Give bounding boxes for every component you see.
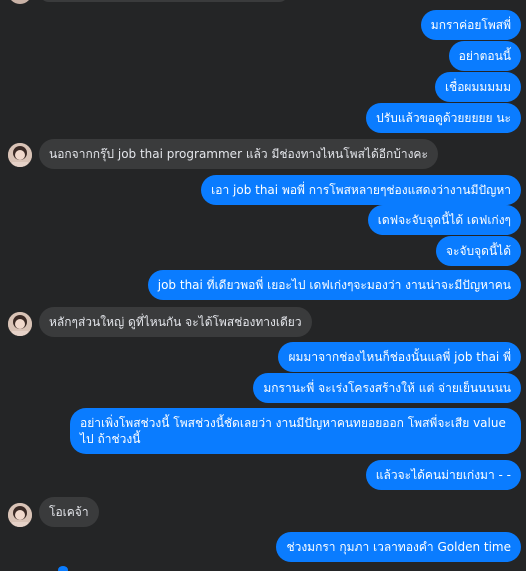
profile-photo-icon: [8, 312, 32, 336]
message-text: เชื่อผมมมมม: [444, 80, 511, 94]
chat-thread: มกราค่อยโพสพี่ อย่าตอนนี้ เชื่อผมมมมม ปร…: [0, 0, 526, 571]
message-bubble-outgoing[interactable]: ผมมาจากช่องไหนก็ช่องนั้นแลพี่ job thai พ…: [278, 342, 521, 372]
message-text: อย่าเพิ่งโพสช่วงนี้ โพสช่วงนี้ชัดเลยว่า …: [80, 416, 506, 446]
message-text: มกราค่อยโพสพี่: [430, 18, 511, 32]
message-bubble-outgoing[interactable]: มกรานะพี่ จะเร่งโครงสร้างให้ แต่ จ่ายเย็…: [253, 373, 521, 403]
message-text: แล้วจะได้คนม่ายเก่งมา - -: [375, 468, 511, 482]
message-text: นอกจากกรุ๊ป job thai programmer แล้ว มีช…: [49, 147, 428, 161]
message-text: ปรับแล้วขอดูด้วยยยยย นะ: [376, 111, 511, 125]
message-text: เอา job thai พอพี่ การโพสหลายๆช่องแสดงว่…: [211, 183, 511, 197]
message-bubble-incoming[interactable]: โอเคจ้า: [39, 497, 99, 527]
partial-element: [58, 566, 68, 571]
message-bubble-partial: [39, 0, 289, 2]
message-bubble-incoming[interactable]: นอกจากกรุ๊ป job thai programmer แล้ว มีช…: [39, 139, 438, 169]
message-bubble-incoming[interactable]: หลักๆส่วนใหญ่ ดูที่ไหนกัน จะได้โพสช่องทา…: [39, 307, 312, 337]
message-text: เดฟจะจับจุดนี้ได้ เดฟเก่งๆ: [377, 213, 511, 227]
message-bubble-outgoing[interactable]: เดฟจะจับจุดนี้ได้ เดฟเก่งๆ: [367, 205, 521, 235]
profile-photo-icon: [8, 143, 32, 167]
message-text: job thai ที่เดียวพอพี่ เยอะไป เดฟเก่งๆจะ…: [157, 278, 511, 292]
message-text: ผมมาจากช่องไหนก็ช่องนั้นแลพี่ job thai พ…: [288, 350, 511, 364]
message-bubble-outgoing[interactable]: ปรับแล้วขอดูด้วยยยยย นะ: [366, 103, 521, 133]
profile-photo-icon: [8, 503, 32, 527]
avatar[interactable]: [8, 312, 32, 336]
avatar[interactable]: [8, 0, 32, 4]
message-bubble-outgoing[interactable]: เชื่อผมมมมม: [434, 72, 521, 102]
message-bubble-outgoing[interactable]: อย่าตอนนี้: [448, 41, 521, 71]
message-text: หลักๆส่วนใหญ่ ดูที่ไหนกัน จะได้โพสช่องทา…: [49, 315, 302, 329]
message-text: โอเคจ้า: [49, 505, 89, 519]
message-text: ช่วงมกรา กุมภา เวลาทองคำ Golden time: [286, 540, 511, 554]
message-bubble-outgoing[interactable]: แล้วจะได้คนม่ายเก่งมา - -: [365, 460, 521, 490]
message-bubble-outgoing[interactable]: จะจับจุดนี้ได้: [436, 236, 521, 266]
message-text: อย่าตอนนี้: [458, 49, 511, 63]
message-bubble-outgoing[interactable]: อย่าเพิ่งโพสช่วงนี้ โพสช่วงนี้ชัดเลยว่า …: [70, 408, 521, 454]
message-text: จะจับจุดนี้ได้: [446, 244, 511, 258]
message-bubble-outgoing[interactable]: job thai ที่เดียวพอพี่ เยอะไป เดฟเก่งๆจะ…: [147, 270, 521, 300]
avatar[interactable]: [8, 143, 32, 167]
message-bubble-outgoing[interactable]: เอา job thai พอพี่ การโพสหลายๆช่องแสดงว่…: [201, 175, 521, 205]
message-bubble-outgoing[interactable]: ช่วงมกรา กุมภา เวลาทองคำ Golden time: [276, 532, 521, 562]
message-bubble-outgoing[interactable]: มกราค่อยโพสพี่: [420, 10, 521, 40]
avatar[interactable]: [8, 503, 32, 527]
message-text: มกรานะพี่ จะเร่งโครงสร้างให้ แต่ จ่ายเย็…: [263, 381, 511, 395]
